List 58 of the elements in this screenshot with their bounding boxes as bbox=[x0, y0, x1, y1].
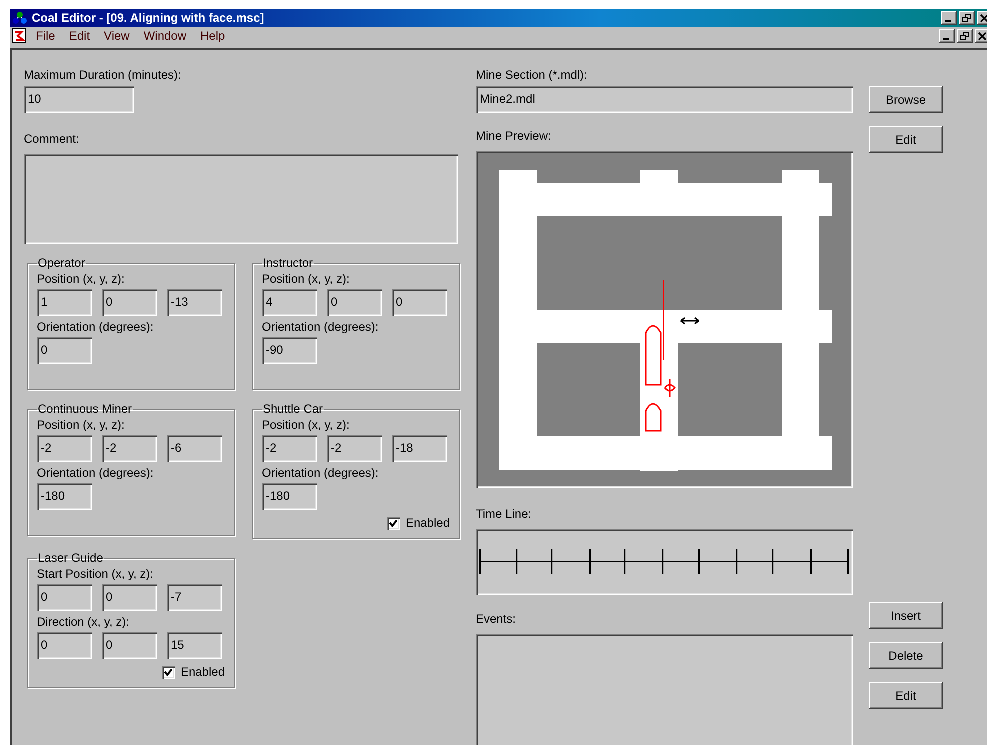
number-field[interactable]: 0 bbox=[37, 584, 92, 611]
field-label: Orientation (degrees): bbox=[262, 320, 380, 334]
number-field[interactable]: -18 bbox=[392, 435, 447, 462]
number-field[interactable]: -13 bbox=[167, 289, 222, 316]
number-field[interactable]: 0 bbox=[37, 632, 92, 659]
menu-item[interactable]: Help bbox=[194, 27, 232, 45]
menu-item[interactable]: File bbox=[30, 27, 62, 45]
field-label: Mine Preview: bbox=[476, 129, 552, 143]
group-title: Operator bbox=[37, 255, 86, 272]
number-field[interactable]: 15 bbox=[167, 632, 222, 659]
number-field[interactable]: 0 bbox=[102, 632, 157, 659]
field-label: Maximum Duration (minutes): bbox=[24, 68, 182, 82]
group-title: Continuous Miner bbox=[37, 401, 134, 418]
number-field[interactable]: 0 bbox=[102, 584, 157, 611]
field-label: Orientation (degrees): bbox=[37, 320, 155, 334]
number-field[interactable]: 4 bbox=[262, 289, 317, 316]
field-label: Direction (x, y, z): bbox=[37, 615, 130, 629]
group-title: Laser Guide bbox=[37, 550, 104, 567]
field-label: Position (x, y, z): bbox=[37, 418, 126, 432]
edit-button[interactable]: Edit bbox=[869, 126, 943, 153]
browse-button[interactable]: Browse bbox=[869, 86, 943, 113]
number-field[interactable]: -180 bbox=[37, 483, 92, 510]
menu-item[interactable]: View bbox=[98, 27, 136, 45]
number-field[interactable]: -180 bbox=[262, 483, 317, 510]
number-field[interactable]: -7 bbox=[167, 584, 222, 611]
field-label: Orientation (degrees): bbox=[37, 466, 155, 480]
number-field[interactable]: 1 bbox=[37, 289, 92, 316]
number-field[interactable]: 0 bbox=[327, 289, 382, 316]
number-field[interactable]: -90 bbox=[262, 337, 317, 364]
field-label: Orientation (degrees): bbox=[262, 466, 380, 480]
number-field[interactable]: -2 bbox=[102, 435, 157, 462]
number-field[interactable]: -2 bbox=[37, 435, 92, 462]
number-field[interactable]: 0 bbox=[102, 289, 157, 316]
duration-field[interactable]: 10 bbox=[24, 86, 134, 113]
event-button[interactable]: Insert bbox=[869, 602, 943, 629]
number-field[interactable]: -2 bbox=[262, 435, 317, 462]
group-title: Instructor bbox=[262, 255, 314, 272]
field-label: Comment: bbox=[24, 132, 80, 146]
checkbox-label: Enabled bbox=[180, 665, 225, 679]
field-label: Mine Section (*.mdl): bbox=[476, 68, 588, 82]
menu-item[interactable]: Edit bbox=[63, 27, 96, 45]
field-label: Position (x, y, z): bbox=[262, 418, 351, 432]
number-field[interactable]: 0 bbox=[37, 337, 92, 364]
number-field[interactable]: -2 bbox=[327, 435, 382, 462]
field-label: Time Line: bbox=[476, 507, 532, 521]
field-label: Start Position (x, y, z): bbox=[37, 567, 154, 581]
event-button[interactable]: Delete bbox=[869, 642, 943, 669]
number-field[interactable]: -6 bbox=[167, 435, 222, 462]
number-field[interactable]: 0 bbox=[392, 289, 447, 316]
group-title: Shuttle Car bbox=[262, 401, 324, 418]
event-button[interactable]: Edit bbox=[869, 682, 943, 709]
field-label: Events: bbox=[476, 612, 516, 626]
menu-item[interactable]: Window bbox=[138, 27, 193, 45]
window-title: Coal Editor - [09. Aligning with face.msc] bbox=[32, 10, 264, 27]
field-label: Position (x, y, z): bbox=[37, 272, 126, 286]
mine-section-field[interactable]: Mine2.mdl bbox=[476, 86, 853, 113]
checkbox-label: Enabled bbox=[406, 516, 450, 530]
field-label: Position (x, y, z): bbox=[262, 272, 351, 286]
